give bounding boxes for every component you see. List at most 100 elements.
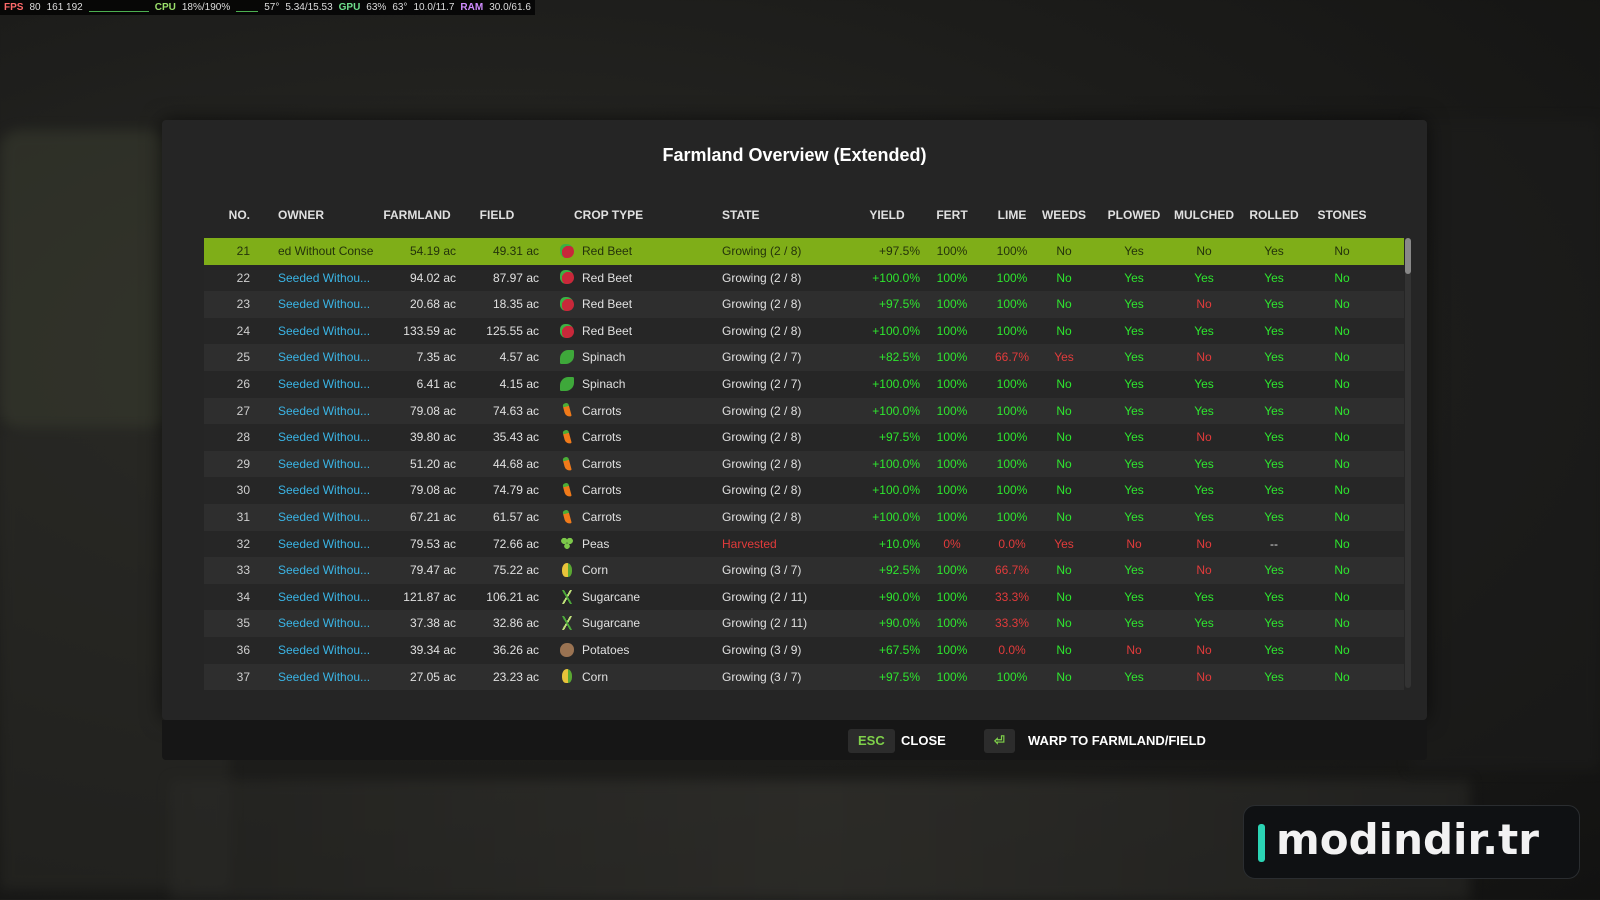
row-plowed: Yes — [1124, 350, 1144, 365]
row-weeds: No — [1056, 297, 1072, 312]
row-yield: +100.0% — [872, 376, 920, 391]
column-header-field[interactable]: FIELD — [467, 208, 527, 222]
row-plowed: Yes — [1124, 616, 1144, 631]
close-button[interactable]: CLOSE — [901, 729, 946, 753]
dialog-footer: ESC CLOSE ⏎ WARP TO FARMLAND/FIELD — [162, 720, 1427, 760]
row-number: 22 — [236, 270, 250, 285]
row-fert: 100% — [936, 403, 968, 418]
row-weeds: No — [1056, 270, 1072, 285]
row-rolled: Yes — [1264, 244, 1284, 258]
row-stones: No — [1334, 563, 1350, 578]
table-scrollbar[interactable] — [1405, 238, 1411, 688]
row-weeds: Yes — [1054, 350, 1074, 365]
row-weeds: No — [1056, 616, 1072, 631]
column-header-stones[interactable]: STONES — [1312, 208, 1372, 222]
row-owner: Seeded Withou... — [278, 563, 371, 578]
row-rolled: Yes — [1264, 563, 1284, 578]
table-row[interactable]: 28 Seeded Withou... 39.80 ac 35.43 ac Carrot… — [204, 424, 1404, 451]
row-field-area: 106.21 ac — [486, 589, 539, 604]
column-header-plowed[interactable]: PLOWED — [1104, 208, 1164, 222]
row-farmland-area: 37.38 ac — [409, 616, 456, 631]
row-field-area: 125.55 ac — [486, 323, 539, 338]
column-header-yield[interactable]: YIELD — [854, 208, 920, 222]
cpu-label: CPU — [154, 2, 176, 13]
column-header-farmland[interactable]: FARMLAND — [376, 208, 458, 222]
row-field-area: 4.15 ac — [499, 376, 539, 391]
column-header-mulched[interactable]: MULCHED — [1174, 208, 1234, 222]
row-state: Growing (2 / 8) — [722, 483, 802, 498]
row-yield: +100.0% — [872, 483, 920, 498]
table-row[interactable]: 30 Seeded Withou... 79.08 ac 74.79 ac Carrot… — [204, 477, 1404, 504]
row-farmland-area: 39.80 ac — [409, 430, 456, 445]
table-row[interactable]: 21 ed Without Conse 54.19 ac 49.31 ac Red Be… — [204, 238, 1404, 265]
row-field-area: 36.26 ac — [492, 642, 539, 657]
row-stones: No — [1334, 270, 1350, 285]
row-field-area: 72.66 ac — [492, 536, 539, 551]
row-number: 24 — [236, 323, 250, 338]
table-row[interactable]: 34 Seeded Withou... 121.87 ac 106.21 ac Suga… — [204, 583, 1404, 611]
row-farmland-area: 54.19 ac — [409, 244, 456, 258]
row-mulched: Yes — [1194, 483, 1214, 498]
row-owner: Seeded Withou... — [278, 616, 371, 631]
table-row[interactable]: 32 Seeded Withou... 79.53 ac 72.66 ac Peas Ha… — [204, 530, 1404, 558]
row-field-area: 75.22 ac — [492, 563, 539, 578]
table-row[interactable]: 23 Seeded Withou... 20.68 ac 18.35 ac Red Be… — [204, 291, 1404, 318]
row-number: 26 — [236, 376, 250, 391]
row-field-area: 35.43 ac — [492, 430, 539, 445]
table-row[interactable]: 24 Seeded Withou... 133.59 ac 125.55 ac Red … — [204, 317, 1404, 345]
row-state: Growing (3 / 9) — [722, 642, 802, 657]
row-rolled: Yes — [1264, 642, 1284, 657]
cpu-clock: 5.34/15.53 — [285, 2, 333, 13]
esc-key-hint[interactable]: ESC — [848, 729, 895, 753]
table-row[interactable]: 37 Seeded Withou... 27.05 ac 23.23 ac Corn Gr… — [204, 663, 1404, 691]
table-row[interactable]: 26 Seeded Withou... 6.41 ac 4.15 ac Spinach G… — [204, 370, 1404, 398]
row-rolled: Yes — [1264, 403, 1284, 418]
column-header-rolled[interactable]: ROLLED — [1244, 208, 1304, 222]
row-number: 34 — [236, 589, 250, 604]
row-mulched: Yes — [1194, 616, 1214, 631]
table-row[interactable]: 29 Seeded Withou... 51.20 ac 44.68 ac Carrot… — [204, 450, 1404, 478]
row-farmland-area: 94.02 ac — [409, 270, 456, 285]
row-number: 28 — [236, 430, 250, 445]
row-stones: No — [1334, 669, 1350, 684]
row-weeds: No — [1056, 589, 1072, 604]
row-fert: 100% — [936, 244, 968, 258]
table-row[interactable]: 36 Seeded Withou... 39.34 ac 36.26 ac Potato… — [204, 636, 1404, 664]
fps-value: 80 — [29, 2, 41, 13]
row-plowed: Yes — [1124, 403, 1144, 418]
table-row[interactable]: 35 Seeded Withou... 37.38 ac 32.86 ac Sugarc… — [204, 610, 1404, 637]
column-header-crop-type[interactable]: CROP TYPE — [574, 208, 643, 222]
table-row[interactable]: 22 Seeded Withou... 94.02 ac 87.97 ac Red Be… — [204, 264, 1404, 292]
vram-usage: 10.0/11.7 — [413, 2, 455, 13]
table-row[interactable]: 33 Seeded Withou... 79.47 ac 75.22 ac Corn Gr… — [204, 557, 1404, 584]
row-stones: No — [1334, 589, 1350, 604]
row-number: 36 — [236, 642, 250, 657]
table-row[interactable]: 27 Seeded Withou... 79.08 ac 74.63 ac Carrot… — [204, 397, 1404, 425]
column-header-fert[interactable]: FERT — [926, 208, 978, 222]
row-stones: No — [1334, 244, 1350, 258]
row-rolled: Yes — [1264, 430, 1284, 445]
gpu-label: GPU — [338, 2, 361, 13]
row-stones: No — [1334, 350, 1350, 365]
column-header-no[interactable]: NO. — [204, 208, 250, 222]
row-lime: 0.0% — [998, 536, 1026, 551]
row-lime: 100% — [996, 270, 1028, 285]
row-fert: 100% — [936, 456, 968, 471]
column-header-weeds[interactable]: WEEDS — [1034, 208, 1094, 222]
table-row[interactable]: 25 Seeded Withou... 7.35 ac 4.57 ac Spinach G… — [204, 344, 1404, 371]
frametime-value: 161 192 — [46, 2, 83, 13]
background-scenery — [1410, 120, 1600, 770]
row-rolled: -- — [1270, 536, 1278, 551]
warp-button[interactable]: WARP TO FARMLAND/FIELD — [1028, 729, 1206, 753]
enter-key-icon[interactable]: ⏎ — [984, 729, 1015, 753]
beet-crop-icon — [560, 238, 578, 265]
table-row[interactable]: 31 Seeded Withou... 67.21 ac 61.57 ac Carrot… — [204, 503, 1404, 531]
ram-usage: 30.0/61.6 — [489, 2, 531, 13]
column-header-lime[interactable]: LIME — [982, 208, 1042, 222]
scrollbar-thumb[interactable] — [1405, 238, 1411, 274]
column-header-state[interactable]: STATE — [722, 208, 760, 222]
column-header-owner[interactable]: OWNER — [278, 208, 374, 222]
row-weeds: No — [1056, 323, 1072, 338]
row-state: Growing (3 / 7) — [722, 669, 802, 684]
row-field-area: 44.68 ac — [492, 456, 539, 471]
